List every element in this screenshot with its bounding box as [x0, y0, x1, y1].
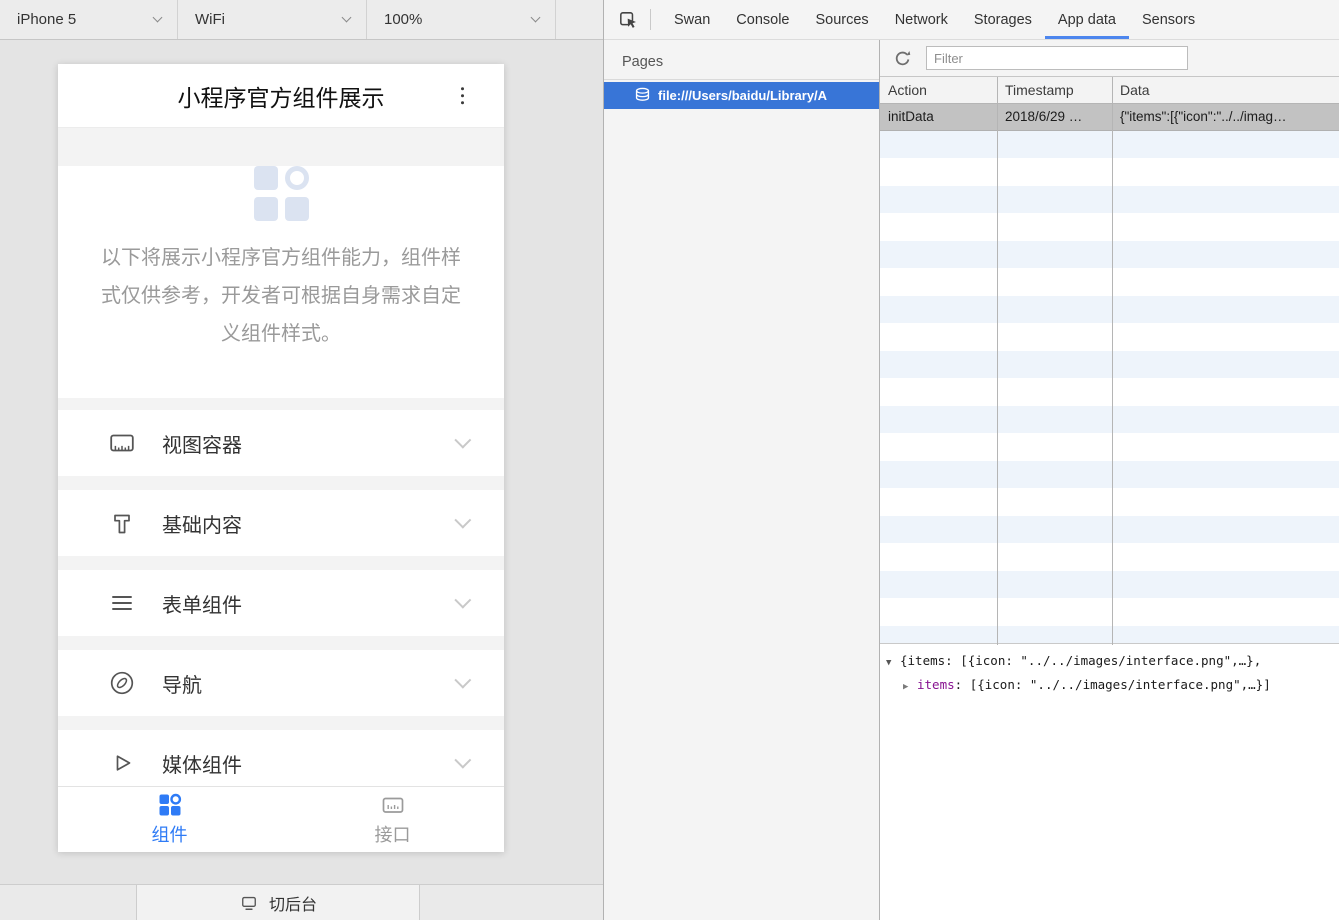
cell-timestamp: 2018/6/29 …	[997, 104, 1112, 130]
list-item-basic-content[interactable]: 基础内容	[58, 490, 504, 556]
components-logo-icon	[254, 166, 309, 221]
page-title: 小程序官方组件展示	[178, 79, 385, 113]
menu-kebab-icon[interactable]	[457, 83, 469, 109]
tab-interface[interactable]: 接口	[281, 787, 504, 852]
chevron-down-icon	[342, 13, 352, 23]
chevron-down-icon	[454, 512, 471, 529]
page-url: file:///Users/baidu/Library/A	[658, 88, 827, 103]
table-header: Action Timestamp Data	[880, 77, 1339, 104]
tab-app-data[interactable]: App data	[1045, 0, 1129, 39]
tab-label: 组件	[152, 821, 188, 847]
toolbar-separator	[650, 9, 651, 30]
tree-property-name: items	[917, 677, 955, 692]
intro-text: 以下将展示小程序官方组件能力，组件样式仅供参考，开发者可根据自身需求自定义组件样…	[58, 239, 504, 353]
simulator-toolbar: iPhone 5 WiFi 100%	[0, 0, 603, 40]
inspect-element-button[interactable]	[604, 0, 650, 39]
phone-header: 小程序官方组件展示	[58, 64, 504, 128]
switch-background-label: 切后台	[269, 891, 317, 915]
text-icon	[108, 509, 136, 537]
pages-panel: Pages file:///Users/baidu/Library/A	[604, 40, 880, 920]
phone-tabbar: 组件 接口	[58, 786, 504, 852]
monitor-icon	[239, 893, 259, 913]
tab-sources[interactable]: Sources	[802, 0, 881, 39]
database-icon	[634, 87, 651, 104]
object-tree: ▼{items: [{icon: "../../images/interface…	[880, 644, 1339, 698]
zoom-select[interactable]: 100%	[367, 0, 556, 39]
simulator-phone: 小程序官方组件展示 以下将展示小程序官方组件能力，组件样式仅供参考，开发者可根据…	[58, 64, 504, 852]
list-item-form-components[interactable]: 表单组件	[58, 570, 504, 636]
column-header-action[interactable]: Action	[880, 77, 997, 103]
tab-components[interactable]: 组件	[58, 787, 281, 852]
tree-root-row[interactable]: ▼{items: [{icon: "../../images/interface…	[886, 650, 1336, 674]
device-select-value: iPhone 5	[17, 11, 76, 28]
device-select[interactable]: iPhone 5	[0, 0, 178, 39]
list-item-label: 基础内容	[162, 509, 242, 538]
tab-label: 接口	[375, 821, 411, 847]
list-item-media-components[interactable]: 媒体组件	[58, 730, 504, 786]
components-grid-icon	[157, 792, 183, 818]
tree-child-row[interactable]: ▶items: [{icon: "../../images/interface.…	[886, 674, 1336, 698]
column-header-timestamp[interactable]: Timestamp	[997, 77, 1112, 103]
refresh-icon	[893, 49, 912, 68]
list-item-view-container[interactable]: 视图容器	[58, 410, 504, 476]
devtools-tabs: Swan Console Sources Network Storages Ap…	[661, 0, 1208, 39]
tab-network[interactable]: Network	[882, 0, 961, 39]
pages-header: Pages	[604, 40, 879, 80]
play-icon	[108, 749, 136, 777]
tab-storages[interactable]: Storages	[961, 0, 1045, 39]
filter-input[interactable]	[926, 46, 1188, 70]
simulator-bottom-bar: 切后台	[0, 884, 603, 920]
inspect-cursor-icon	[617, 9, 638, 30]
list-item-label: 媒体组件	[162, 749, 242, 778]
tab-console[interactable]: Console	[723, 0, 802, 39]
intro-section: 以下将展示小程序官方组件能力，组件样式仅供参考，开发者可根据自身需求自定义组件样…	[58, 166, 504, 398]
chevron-down-icon	[454, 432, 471, 449]
empty-table-rows	[880, 131, 1339, 644]
chevron-down-icon	[454, 672, 471, 689]
devtools-toolbar: Swan Console Sources Network Storages Ap…	[604, 0, 1339, 40]
column-divider	[997, 77, 998, 645]
tree-property-value: : [{icon: "../../images/interface.png",……	[955, 677, 1271, 692]
column-header-data[interactable]: Data	[1112, 77, 1339, 103]
list-item-label: 导航	[162, 669, 202, 698]
switch-background-button[interactable]: 切后台	[136, 885, 420, 920]
triangle-right-icon[interactable]: ▶	[903, 677, 917, 698]
zoom-select-value: 100%	[384, 11, 422, 28]
chevron-down-icon	[153, 13, 163, 23]
form-lines-icon	[108, 589, 136, 617]
triangle-down-icon[interactable]: ▼	[886, 653, 900, 674]
tree-root-preview: {items: [{icon: "../../images/interface.…	[900, 653, 1261, 668]
chevron-down-icon	[454, 592, 471, 609]
compass-icon	[108, 669, 136, 697]
view-container-icon	[108, 429, 136, 457]
filter-bar	[880, 40, 1339, 77]
network-select[interactable]: WiFi	[178, 0, 367, 39]
app-data-panel: Action Timestamp Data initData 2018/6/29…	[880, 40, 1339, 920]
tab-swan[interactable]: Swan	[661, 0, 723, 39]
column-divider	[1112, 77, 1113, 645]
phone-content: 以下将展示小程序官方组件能力，组件样式仅供参考，开发者可根据自身需求自定义组件样…	[58, 128, 504, 786]
network-select-value: WiFi	[195, 11, 225, 28]
interface-icon	[380, 792, 406, 818]
chevron-down-icon	[454, 752, 471, 769]
cell-action: initData	[880, 104, 997, 130]
list-item-label: 视图容器	[162, 429, 242, 458]
refresh-button[interactable]	[889, 45, 915, 71]
page-item-selected[interactable]: file:///Users/baidu/Library/A	[604, 82, 879, 109]
chevron-down-icon	[531, 13, 541, 23]
list-item-label: 表单组件	[162, 589, 242, 618]
tab-sensors[interactable]: Sensors	[1129, 0, 1208, 39]
cell-data: {"items":[{"icon":"../../imag…	[1112, 104, 1339, 130]
list-item-navigation[interactable]: 导航	[58, 650, 504, 716]
table-row[interactable]: initData 2018/6/29 … {"items":[{"icon":"…	[880, 104, 1339, 131]
